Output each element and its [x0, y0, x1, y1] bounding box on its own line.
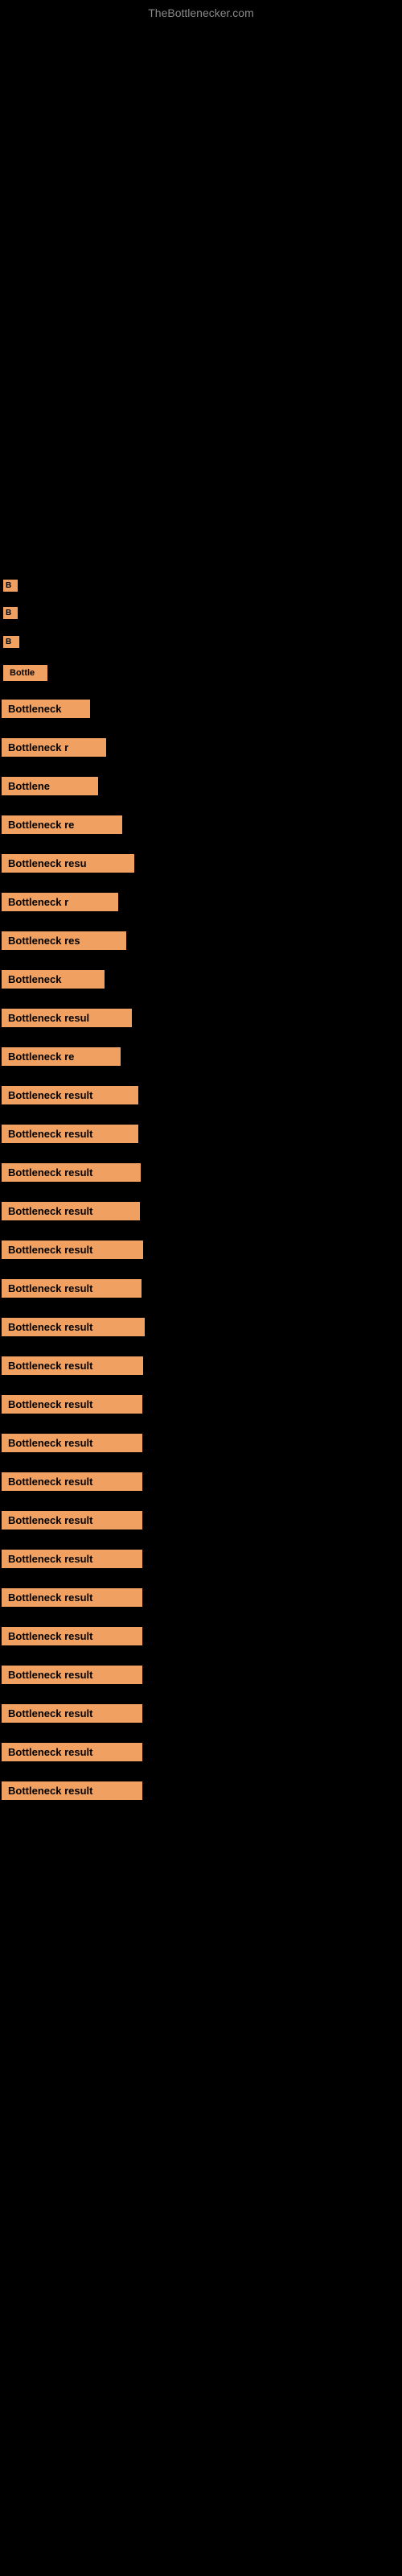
list-item: Bottleneck result: [0, 1543, 402, 1579]
list-item: Bottleneck result: [0, 1620, 402, 1656]
early-item-a: B: [2, 575, 402, 601]
list-item: Bottleneck result: [0, 1234, 402, 1269]
list-item: Bottleneck result: [0, 1466, 402, 1501]
list-item: Bottleneck result: [0, 1350, 402, 1385]
early-item-d: Bottle: [2, 660, 402, 690]
list-item: Bottleneck result: [0, 1698, 402, 1733]
early-item-c: B: [2, 631, 402, 657]
list-item: Bottleneck result: [0, 1118, 402, 1154]
list-item: Bottlene: [0, 770, 402, 806]
list-item: Bottleneck result: [0, 1389, 402, 1424]
chart-area: [8, 26, 394, 573]
site-title-text: TheBottlenecker.com: [0, 0, 402, 26]
list-item: Bottleneck resu: [0, 848, 402, 883]
list-item: Bottleneck res: [0, 925, 402, 960]
list-item: Bottleneck r: [0, 732, 402, 767]
list-item: Bottleneck r: [0, 886, 402, 922]
list-item: Bottleneck result: [0, 1195, 402, 1231]
list-item: Bottleneck re: [0, 1041, 402, 1076]
list-item: Bottleneck resul: [0, 1002, 402, 1038]
list-item: Bottleneck result: [0, 1659, 402, 1695]
early-item-b: B: [2, 602, 402, 628]
list-item: Bottleneck: [0, 964, 402, 999]
list-item: Bottleneck result: [0, 1582, 402, 1617]
list-item: Bottleneck result: [0, 1775, 402, 1810]
list-item: Bottleneck result: [0, 1505, 402, 1540]
list-item: Bottleneck result: [0, 1157, 402, 1192]
list-item: Bottleneck result: [0, 1427, 402, 1463]
items-container: B B B Bottle Bottleneck Bottleneck r Bot…: [0, 575, 402, 1810]
list-item: Bottleneck: [0, 693, 402, 729]
list-item: Bottleneck result: [0, 1080, 402, 1115]
list-item: Bottleneck result: [0, 1273, 402, 1308]
list-item: Bottleneck result: [0, 1311, 402, 1347]
list-item: Bottleneck re: [0, 809, 402, 844]
list-item: Bottleneck result: [0, 1736, 402, 1772]
